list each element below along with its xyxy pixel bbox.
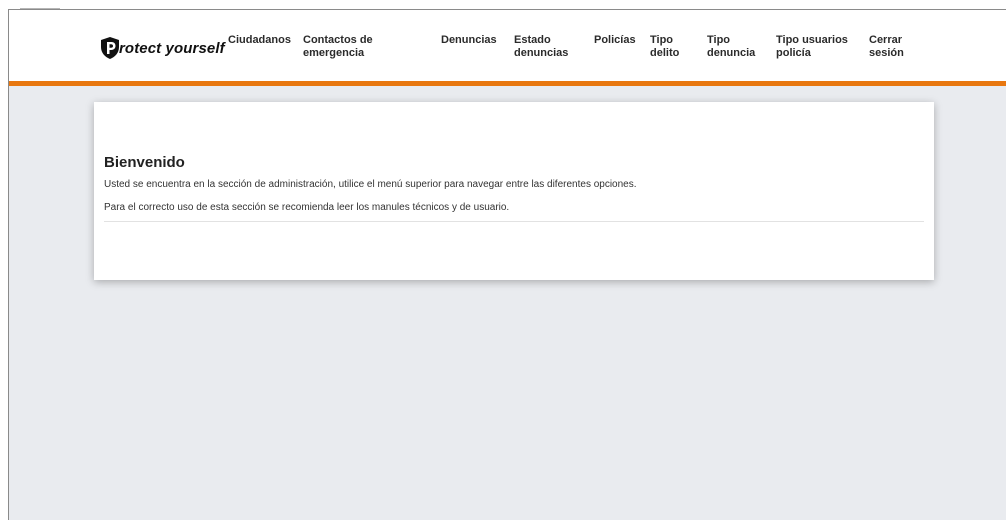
welcome-card: Bienvenido Usted se encuentra en la secc… bbox=[94, 102, 934, 280]
nav-tipo-usuarios-policia[interactable]: Tipo usuarios policía bbox=[776, 34, 852, 60]
brand-name: rotect yourself bbox=[119, 39, 225, 57]
brand-logo[interactable]: rotect yourself bbox=[99, 36, 225, 60]
divider bbox=[104, 221, 924, 222]
welcome-text-2: Para el correcto uso de esta sección se … bbox=[104, 202, 510, 213]
shield-p-icon bbox=[101, 37, 119, 59]
nav-tipo-denuncia[interactable]: Tipo denuncia bbox=[707, 34, 759, 60]
welcome-text-1: Usted se encuentra en la sección de admi… bbox=[104, 179, 637, 190]
nav-tipo-delito[interactable]: Tipo delito bbox=[650, 34, 684, 60]
nav-estado-denuncias[interactable]: Estado denuncias bbox=[514, 34, 574, 60]
nav-ciudadanos[interactable]: Ciudadanos bbox=[228, 34, 298, 47]
top-navbar: rotect yourself Ciudadanos Contactos de … bbox=[9, 10, 1006, 81]
welcome-title: Bienvenido bbox=[104, 154, 185, 171]
nav-contactos-emergencia[interactable]: Contactos de emergencia bbox=[303, 34, 383, 60]
nav-policias[interactable]: Policías bbox=[594, 34, 644, 47]
header-accent-bar bbox=[9, 81, 1006, 86]
nav-denuncias[interactable]: Denuncias bbox=[441, 34, 501, 47]
nav-cerrar-sesion[interactable]: Cerrar sesión bbox=[869, 34, 909, 60]
browser-viewport: rotect yourself Ciudadanos Contactos de … bbox=[8, 9, 1006, 520]
